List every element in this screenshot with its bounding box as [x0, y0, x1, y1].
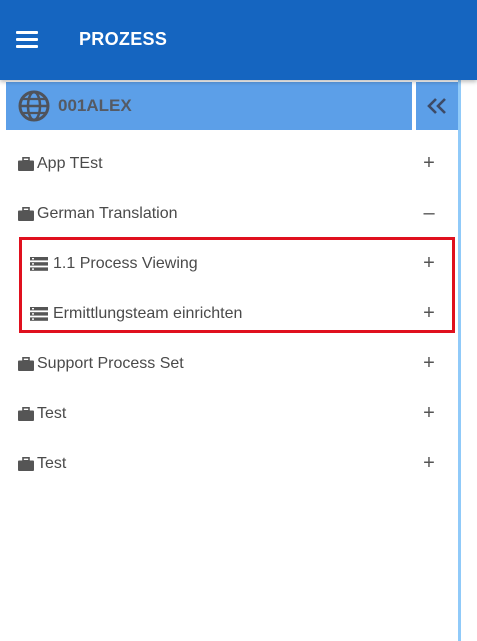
briefcase-icon — [18, 157, 34, 171]
account-name: 001ALEX — [58, 96, 132, 115]
tree-item-label: German Translation — [37, 205, 178, 222]
tree-item-app-test[interactable]: App TEst + — [0, 140, 458, 190]
expand-toggle[interactable]: + — [418, 252, 440, 274]
hamburger-menu-icon[interactable] — [12, 26, 42, 54]
briefcase-icon — [18, 407, 34, 421]
tree-item-label: Support Process Set — [37, 355, 184, 372]
tree-item-label: Test — [37, 405, 67, 422]
process-list-icon — [30, 257, 48, 271]
sidebar-border — [458, 80, 461, 641]
double-chevron-left-icon — [427, 98, 446, 114]
tree-item-test[interactable]: Test + — [0, 390, 458, 440]
tree-item-process-viewing[interactable]: 1.1 Process Viewing + — [0, 240, 458, 290]
page-title: PROZESS — [79, 29, 168, 49]
expand-toggle[interactable]: + — [418, 152, 440, 174]
tree-item-label: Ermittlungsteam einrichten — [53, 305, 243, 322]
app-bar: PROZESS — [0, 0, 477, 80]
tree-item-ermittlungsteam[interactable]: Ermittlungsteam einrichten + — [0, 290, 458, 340]
tree-item-label: Test — [37, 455, 67, 472]
expand-toggle[interactable]: + — [418, 302, 440, 324]
account-header[interactable]: 001ALEX — [6, 82, 412, 130]
briefcase-icon — [18, 457, 34, 471]
expand-toggle[interactable]: + — [418, 402, 440, 424]
expand-toggle[interactable]: + — [418, 352, 440, 374]
briefcase-icon — [18, 207, 34, 221]
tree-item-label: 1.1 Process Viewing — [53, 255, 198, 272]
process-list-icon — [30, 307, 48, 321]
tree-item-label: App TEst — [37, 155, 103, 172]
sidebar-panel: 001ALEX App TEst + German Translation – … — [0, 80, 460, 641]
expand-toggle[interactable]: + — [418, 452, 440, 474]
tree-item-german-translation[interactable]: German Translation – — [0, 190, 458, 240]
collapse-toggle[interactable]: – — [418, 202, 440, 224]
globe-icon — [18, 90, 50, 122]
tree-item-test[interactable]: Test + — [0, 440, 458, 490]
collapse-sidebar-button[interactable] — [416, 82, 458, 130]
page: PROZESS 001ALEX App TEst + German Transl… — [0, 0, 477, 641]
tree-item-support-process-set[interactable]: Support Process Set + — [0, 340, 458, 390]
briefcase-icon — [18, 357, 34, 371]
